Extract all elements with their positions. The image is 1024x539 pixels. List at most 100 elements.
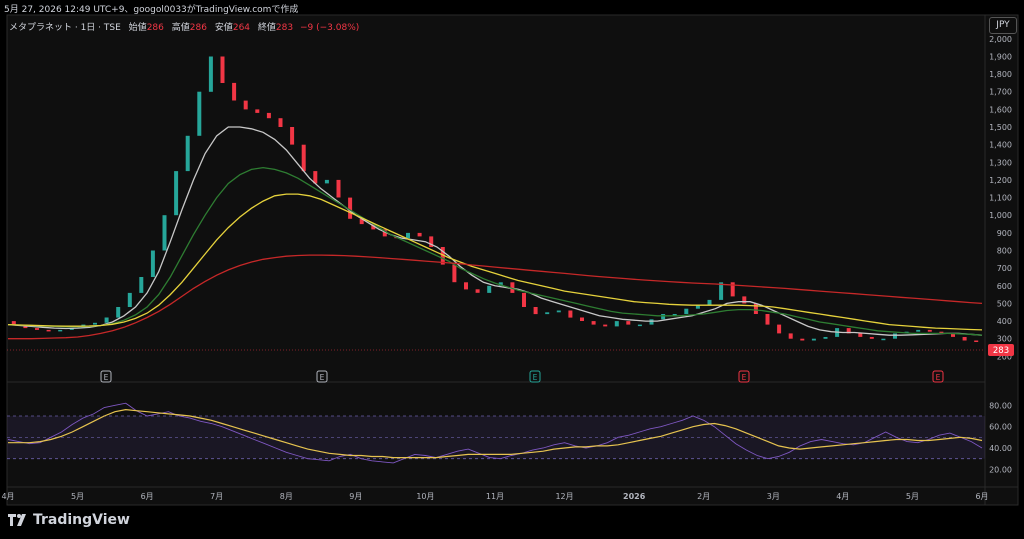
tradingview-logo-icon xyxy=(8,514,26,526)
symbol-label: メタプラネット · 1日 · TSE xyxy=(9,23,121,33)
candle xyxy=(881,338,886,341)
candle xyxy=(487,285,492,293)
candle xyxy=(707,299,712,306)
high-value: 286 xyxy=(189,23,207,33)
candle xyxy=(614,321,619,327)
chart-frame: 2003004005006007008009001,0001,1001,2001… xyxy=(0,0,1024,539)
rsi-tick-label: 40.00 xyxy=(989,444,1012,453)
candle xyxy=(475,289,480,293)
candle xyxy=(336,179,341,198)
candle xyxy=(777,324,782,334)
candle xyxy=(580,317,584,321)
price-tick-label: 800 xyxy=(997,247,1012,256)
candle xyxy=(417,232,422,237)
price-tick-label: 900 xyxy=(997,229,1012,238)
candle xyxy=(568,310,573,318)
time-tick-label: 12月 xyxy=(555,492,573,501)
time-tick-label: 9月 xyxy=(349,492,362,501)
price-tick-label: 1,600 xyxy=(989,105,1012,114)
high-label: 高値 xyxy=(171,23,190,33)
price-tick-label: 1,800 xyxy=(989,70,1012,79)
candle xyxy=(649,319,654,325)
candle xyxy=(278,118,283,127)
candle xyxy=(185,135,190,172)
brand-name: TradingView xyxy=(33,512,130,528)
candle xyxy=(220,56,225,83)
close-label: 終値 xyxy=(257,23,276,33)
time-tick-label: 2月 xyxy=(697,492,710,501)
candle xyxy=(116,307,121,318)
time-tick-label: 3月 xyxy=(767,492,780,501)
candle xyxy=(962,337,967,341)
candle xyxy=(324,179,329,184)
brand-logo: TradingView xyxy=(8,512,130,528)
price-tick-label: 1,100 xyxy=(989,194,1012,203)
candle xyxy=(800,338,805,341)
candle xyxy=(197,91,202,136)
time-tick-label: 5月 xyxy=(71,492,84,501)
candle xyxy=(742,296,747,304)
price-tick-label: 700 xyxy=(997,264,1012,273)
low-value: 264 xyxy=(232,23,251,33)
price-tick-label: 300 xyxy=(997,335,1012,344)
time-tick-label: 11月 xyxy=(486,492,504,501)
candle xyxy=(93,322,97,325)
last-price-label: 283 xyxy=(993,346,1009,356)
time-tick-label: 8月 xyxy=(280,492,293,501)
low-label: 安値 xyxy=(214,23,233,33)
candle xyxy=(974,340,979,342)
chart-legend: メタプラネット · 1日 · TSE 始値286 高値286 安値264 終値2… xyxy=(9,20,359,33)
candle xyxy=(811,338,816,341)
candle xyxy=(290,127,295,145)
time-tick-label: 6月 xyxy=(141,492,154,501)
candle xyxy=(893,333,897,339)
candle xyxy=(255,109,260,113)
price-tick-label: 1,700 xyxy=(989,88,1012,97)
price-tick-label: 1,900 xyxy=(989,52,1012,61)
candle xyxy=(162,215,167,251)
rsi-tick-label: 20.00 xyxy=(989,465,1012,474)
time-tick-label: 7月 xyxy=(210,492,223,501)
candle xyxy=(464,282,468,290)
candle xyxy=(35,328,39,330)
earnings-marker-label: E xyxy=(104,373,109,382)
candle xyxy=(452,264,457,283)
time-tick-label: 5月 xyxy=(906,492,919,501)
price-tick-label: 1,500 xyxy=(989,123,1012,132)
price-tick-label: 1,000 xyxy=(989,211,1012,220)
rsi-tick-label: 60.00 xyxy=(989,423,1012,432)
close-value: 283 xyxy=(275,23,294,33)
price-tick-label: 400 xyxy=(997,317,1012,326)
candle xyxy=(150,250,155,277)
candle xyxy=(869,337,874,339)
candle xyxy=(58,329,63,332)
time-tick-label: 4月 xyxy=(836,492,849,501)
candle xyxy=(208,56,213,92)
time-tick-label: 2026 xyxy=(623,492,646,501)
candle xyxy=(603,324,608,327)
candle xyxy=(46,329,51,332)
candle xyxy=(545,312,550,315)
candle xyxy=(637,324,642,327)
candle xyxy=(232,82,237,101)
candle xyxy=(858,333,863,337)
candle xyxy=(301,144,306,172)
candle xyxy=(765,314,770,325)
candle xyxy=(591,321,596,325)
candle xyxy=(127,292,132,307)
currency-button[interactable]: JPY xyxy=(989,17,1017,34)
candle xyxy=(788,333,793,339)
earnings-marker-label: E xyxy=(936,373,941,382)
candle xyxy=(348,197,353,219)
candle xyxy=(753,303,758,314)
candle xyxy=(823,337,828,339)
time-tick-label: 10月 xyxy=(416,492,434,501)
price-tick-label: 600 xyxy=(997,282,1012,291)
candle xyxy=(661,314,666,320)
earnings-marker-label: E xyxy=(533,373,538,382)
candle xyxy=(684,308,689,314)
earnings-marker-label: E xyxy=(742,373,747,382)
time-tick-label: 4月 xyxy=(1,492,14,501)
candle xyxy=(266,112,271,119)
chart-date-line: 5月 27, 2026 12:49 UTC+9、googol0033がTradi… xyxy=(4,5,299,15)
